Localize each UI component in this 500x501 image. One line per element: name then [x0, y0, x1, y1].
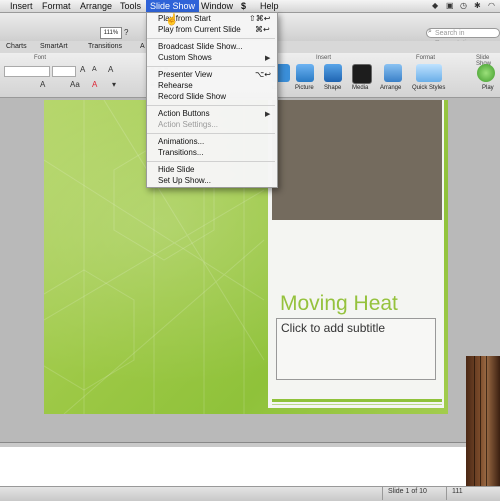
menu-item-animations[interactable]: Animations...: [158, 137, 204, 146]
status-icon[interactable]: ▣: [446, 1, 454, 10]
button-media-label: Media: [352, 85, 369, 91]
timemachine-icon[interactable]: ◷: [460, 1, 467, 10]
case-icon[interactable]: Aa: [70, 80, 80, 89]
text-style-icon[interactable]: A: [40, 80, 45, 89]
submenu-arrow-icon: ▶: [265, 111, 271, 118]
menu-item-transitions[interactable]: Transitions...: [158, 148, 204, 157]
photo-placeholder[interactable]: [272, 100, 442, 220]
shape-icon[interactable]: [324, 64, 342, 82]
menu-separator: [147, 161, 275, 162]
submenu-arrow-icon: ▶: [265, 55, 271, 62]
menu-item-play-current[interactable]: Play from Current Slide: [158, 25, 241, 34]
tab-charts[interactable]: Charts: [6, 41, 27, 53]
grow-font-icon[interactable]: A: [80, 65, 85, 74]
play-icon[interactable]: [477, 64, 495, 82]
zoom-field[interactable]: 111%: [100, 27, 122, 39]
tab-animations[interactable]: A: [140, 41, 145, 53]
wifi-icon[interactable]: ◠: [488, 1, 495, 10]
slide-indicator: Slide 1 of 10: [388, 488, 427, 495]
menu-separator: [147, 66, 275, 67]
media-icon[interactable]: [352, 64, 372, 84]
button-picture-label: Picture: [295, 85, 314, 91]
shortcut-presenter-view: ⌥↩: [255, 70, 271, 79]
font-name-field[interactable]: [4, 66, 50, 77]
highlight-icon[interactable]: ▾: [112, 80, 116, 89]
menu-item-broadcast[interactable]: Broadcast Slide Show...: [158, 42, 243, 51]
status-divider: [446, 486, 447, 500]
tab-smartart[interactable]: SmartArt: [40, 41, 68, 53]
button-shape-label: Shape: [324, 85, 342, 91]
shortcut-play-from-start: ⇧⌘↩: [249, 14, 271, 23]
subtitle-placeholder-text: Click to add subtitle: [281, 321, 386, 335]
zoom-help-icon[interactable]: ?: [124, 28, 134, 38]
font-color-icon[interactable]: A: [92, 80, 97, 89]
group-font-label: Font: [34, 55, 47, 61]
menu-item-action-buttons[interactable]: Action Buttons: [158, 109, 210, 118]
accent-bar: [272, 399, 442, 402]
search-icon: ⌕: [428, 28, 432, 35]
webcam-detail: [480, 356, 481, 486]
shrink-font-icon[interactable]: A: [92, 66, 97, 73]
font-size-field[interactable]: [52, 66, 76, 77]
menu-item-action-settings: Action Settings...: [158, 120, 219, 129]
menu-separator: [147, 133, 275, 134]
group-insert-label: Insert: [316, 55, 332, 61]
menu-separator: [147, 105, 275, 106]
menu-item-rehearse[interactable]: Rehearse: [158, 81, 193, 90]
menu-item-hide-slide[interactable]: Hide Slide: [158, 165, 194, 174]
menu-insert[interactable]: Insert: [10, 0, 33, 12]
clear-format-icon[interactable]: A: [108, 65, 113, 74]
menu-item-record-slide-show[interactable]: Record Slide Show: [158, 92, 226, 101]
search-input[interactable]: Search in Presentation: [426, 28, 500, 47]
dropbox-icon[interactable]: ◆: [432, 1, 438, 10]
webcam-overlay: [466, 356, 500, 486]
notes-pane[interactable]: [0, 447, 500, 487]
menu-format[interactable]: Format: [42, 0, 71, 12]
webcam-detail: [486, 356, 487, 486]
accent-line: [272, 404, 442, 405]
menu-separator: [147, 38, 275, 39]
script-menu-icon[interactable]: $: [241, 0, 246, 12]
slide-title[interactable]: Moving Heat: [280, 292, 398, 316]
menu-tools[interactable]: Tools: [120, 0, 141, 12]
menu-slide-show[interactable]: Slide Show: [146, 0, 200, 12]
button-quickstyles-label: Quick Styles: [412, 85, 446, 91]
quick-styles-icon[interactable]: [416, 64, 442, 82]
group-format-label: Format: [416, 55, 436, 61]
button-arrange-label: Arrange: [380, 85, 402, 91]
menu-help[interactable]: Help: [260, 0, 279, 12]
picture-icon[interactable]: [296, 64, 314, 82]
button-play-label: Play: [482, 85, 494, 91]
webcam-detail: [474, 356, 475, 486]
status-zoom[interactable]: 111: [452, 488, 463, 495]
menu-item-set-up-show[interactable]: Set Up Show...: [158, 176, 211, 185]
shortcut-play-current: ⌘↩: [255, 25, 270, 34]
menu-item-custom-shows[interactable]: Custom Shows: [158, 53, 212, 62]
menu-arrange[interactable]: Arrange: [80, 0, 112, 12]
bluetooth-icon[interactable]: ✱: [474, 1, 481, 10]
status-divider: [382, 486, 383, 500]
menu-item-presenter-view[interactable]: Presenter View: [158, 70, 212, 79]
mouse-cursor-icon: ☝: [165, 14, 179, 26]
arrange-icon[interactable]: [384, 64, 402, 82]
tab-transitions[interactable]: Transitions: [88, 41, 122, 53]
menu-window[interactable]: Window: [201, 0, 233, 12]
